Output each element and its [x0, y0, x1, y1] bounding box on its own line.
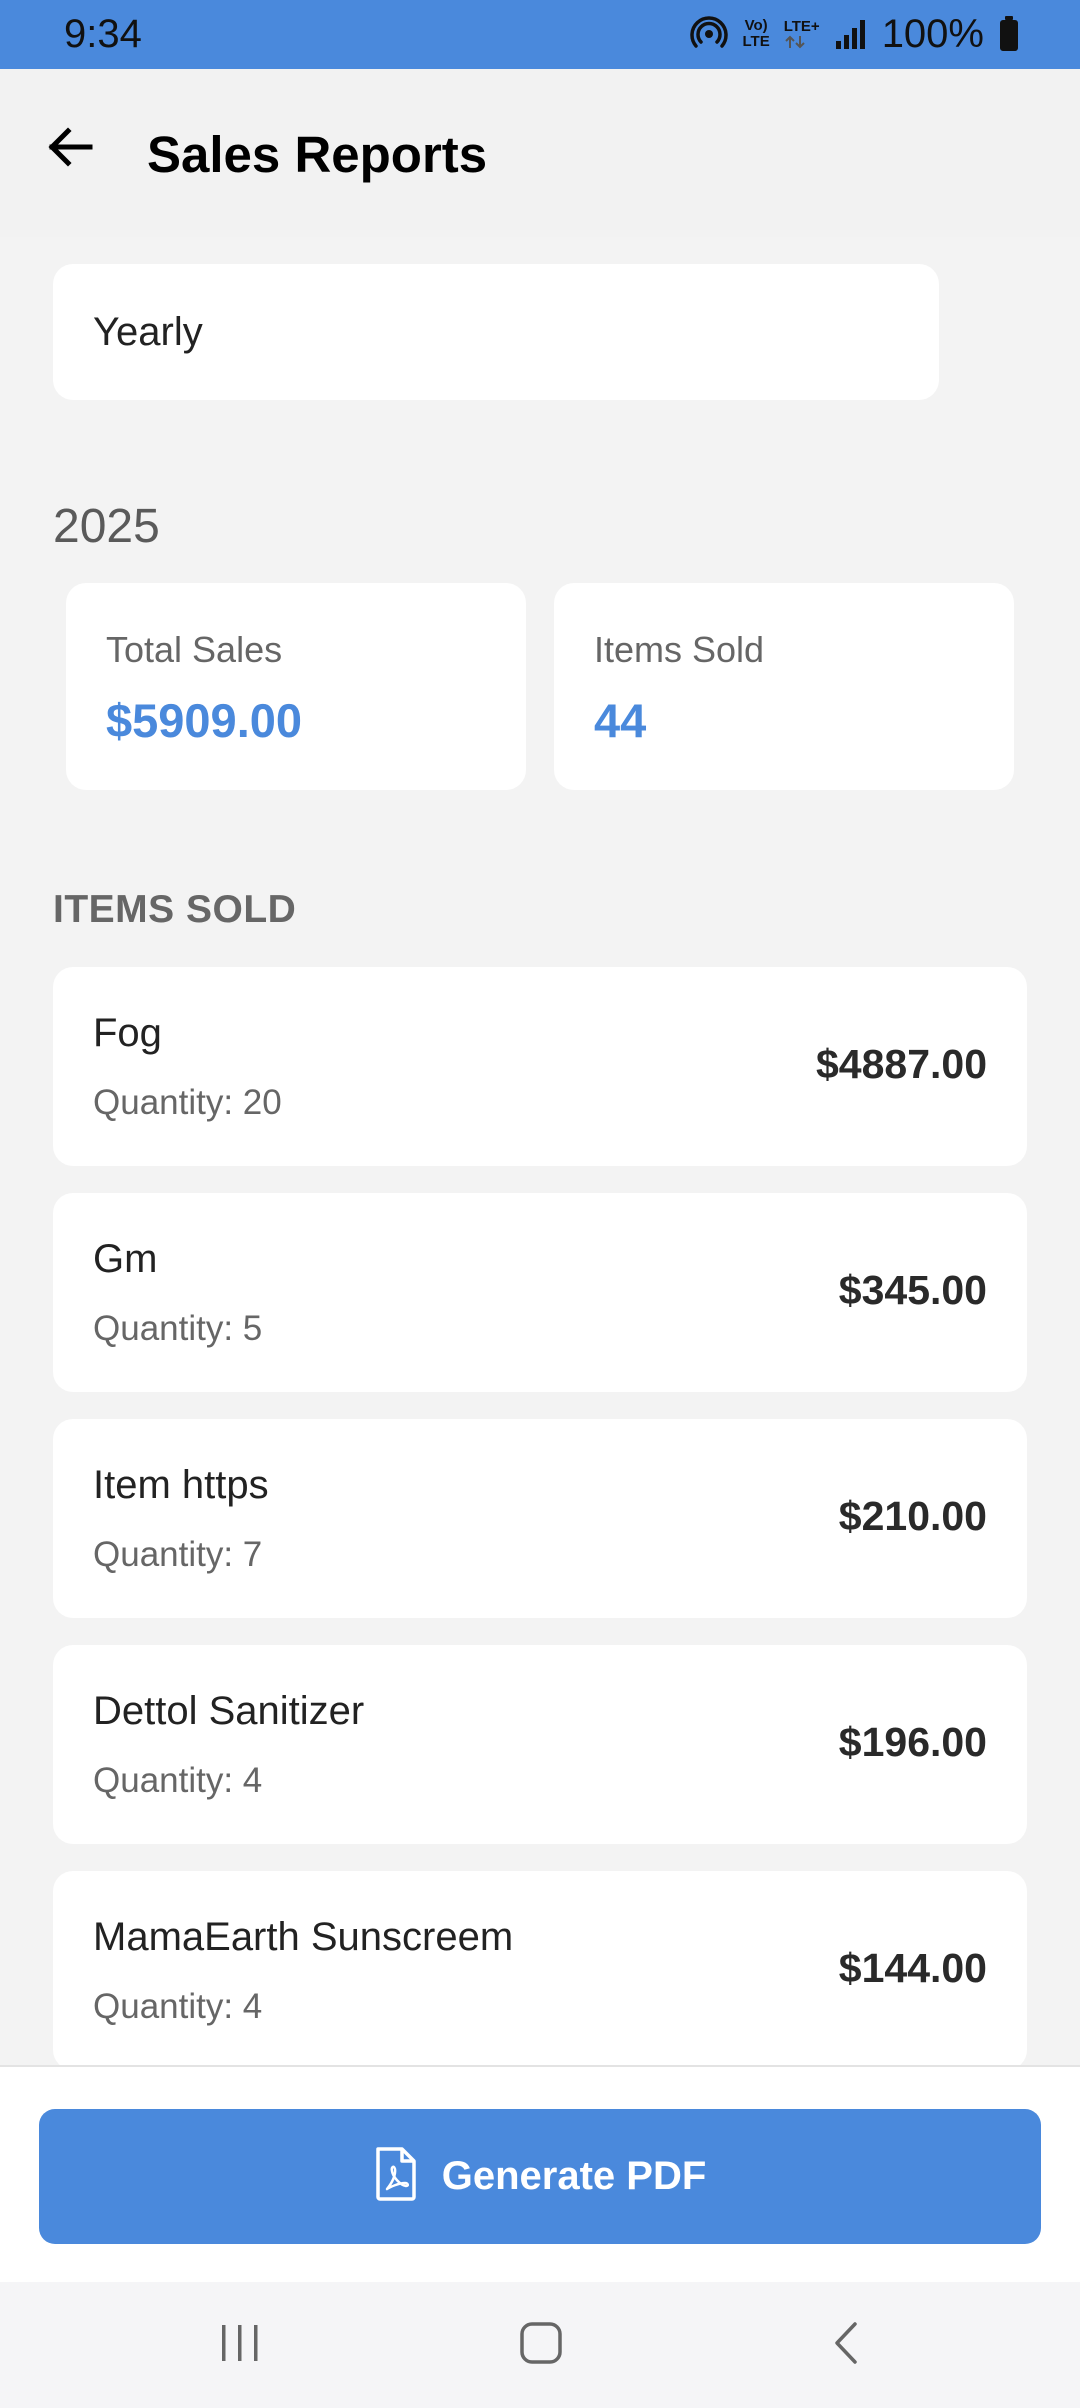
- items-sold-card: Items Sold 44: [554, 583, 1014, 790]
- status-bar: 9:34 Vo) LTE LTE+ 100%: [0, 0, 1080, 69]
- list-item[interactable]: Gm Quantity: 5 $345.00: [53, 1193, 1027, 1392]
- item-quantity: Quantity: 5: [93, 1309, 263, 1348]
- item-quantity: Quantity: 4: [93, 1761, 263, 1800]
- lte-plus-icon: LTE+: [784, 19, 820, 49]
- items-sold-section-title: ITEMS SOLD: [53, 888, 297, 931]
- data-arrows-icon: [784, 35, 820, 49]
- period-selector[interactable]: Yearly: [53, 264, 939, 400]
- signal-icon: [834, 17, 868, 51]
- item-price: $144.00: [838, 1945, 987, 1991]
- back-icon: [831, 2321, 861, 2370]
- list-item[interactable]: MamaEarth Sunscreem Quantity: 4 $144.00: [53, 1871, 1027, 2065]
- lte-plus-text: LTE+: [783, 18, 820, 35]
- recent-apps-button[interactable]: [200, 2312, 280, 2378]
- status-time: 9:34: [64, 12, 142, 56]
- item-name: Gm: [93, 1237, 158, 1281]
- page-title: Sales Reports: [147, 126, 488, 183]
- items-sold-label: Items Sold: [594, 629, 765, 670]
- volte-icon: Vo) LTE: [742, 18, 769, 50]
- home-button[interactable]: [501, 2312, 581, 2378]
- item-quantity: Quantity: 7: [93, 1535, 263, 1574]
- item-quantity: Quantity: 20: [93, 1083, 282, 1122]
- battery-percent: 100%: [881, 11, 984, 56]
- recent-apps-icon: [219, 2323, 261, 2368]
- list-item[interactable]: Fog Quantity: 20 $4887.00: [53, 967, 1027, 1166]
- item-name: MamaEarth Sunscreem: [93, 1915, 514, 1959]
- item-name: Fog: [93, 1011, 162, 1055]
- arrow-left-icon: [46, 123, 94, 176]
- item-quantity: Quantity: 4: [93, 1987, 263, 2026]
- nav-back-button[interactable]: [806, 2312, 886, 2378]
- status-icons: Vo) LTE LTE+ 100%: [690, 12, 1020, 56]
- volte-bottom-text: LTE: [742, 33, 770, 50]
- list-item[interactable]: Dettol Sanitizer Quantity: 4 $196.00: [53, 1645, 1027, 1844]
- generate-pdf-button[interactable]: Generate PDF: [39, 2109, 1041, 2244]
- report-content[interactable]: Yearly 2025 Total Sales $5909.00 Items S…: [0, 237, 1080, 2065]
- hotspot-icon: [690, 15, 729, 53]
- battery-icon: [998, 15, 1020, 53]
- item-name: Dettol Sanitizer: [93, 1689, 365, 1733]
- item-price: $345.00: [838, 1267, 987, 1313]
- year-label: 2025: [53, 500, 160, 553]
- list-item[interactable]: Item https Quantity: 7 $210.00: [53, 1419, 1027, 1618]
- volte-top-text: Vo): [744, 17, 768, 34]
- item-price: $196.00: [838, 1719, 987, 1765]
- total-sales-card: Total Sales $5909.00: [66, 583, 526, 790]
- item-price: $210.00: [838, 1493, 987, 1539]
- items-sold-value: 44: [594, 694, 647, 747]
- app-bar: Sales Reports: [0, 69, 1080, 237]
- generate-pdf-label: Generate PDF: [441, 2154, 707, 2198]
- home-icon: [519, 2321, 563, 2370]
- back-button[interactable]: [40, 119, 100, 179]
- total-sales-value: $5909.00: [106, 694, 303, 747]
- period-value: Yearly: [93, 310, 203, 354]
- item-price: $4887.00: [815, 1041, 987, 1087]
- bottom-action-panel: Generate PDF: [0, 2065, 1080, 2282]
- total-sales-label: Total Sales: [106, 629, 283, 670]
- system-nav-bar: [0, 2282, 1080, 2408]
- item-name: Item https: [93, 1463, 269, 1507]
- pdf-file-icon: [374, 2147, 418, 2206]
